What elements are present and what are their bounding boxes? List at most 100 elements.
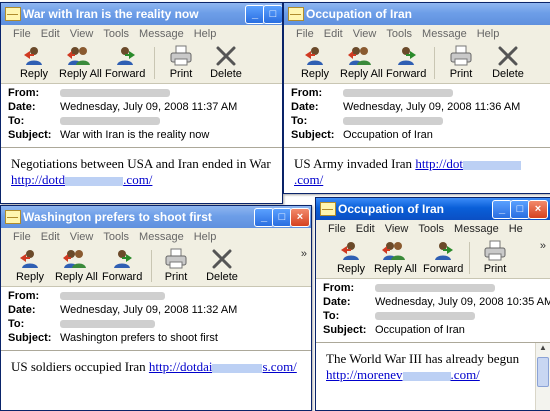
close-button[interactable]: × — [290, 208, 310, 227]
printer-icon — [170, 45, 192, 66]
maximize-button[interactable]: □ — [263, 5, 282, 24]
menu-tools[interactable]: Tools — [386, 28, 412, 40]
delete-button[interactable]: Delete — [202, 248, 242, 283]
to-label: To: — [291, 115, 308, 127]
menu-file[interactable]: File — [296, 28, 314, 40]
delete-button[interactable]: Delete — [488, 45, 528, 80]
subject-value: Washington prefers to shoot first — [60, 332, 218, 344]
window-title: War with Iran is the reality now — [23, 7, 199, 21]
close-button[interactable]: × — [528, 200, 548, 219]
reply-icon — [305, 47, 323, 65]
message-body: The World War III has already begun http… — [316, 342, 550, 410]
maximize-button[interactable]: □ — [272, 208, 292, 227]
reply-all-button[interactable]: Reply All — [59, 45, 102, 80]
reply-icon — [24, 47, 42, 65]
reply-all-button[interactable]: Reply All — [55, 248, 98, 283]
menu-message[interactable]: Message — [454, 223, 499, 235]
reply-button[interactable]: Reply — [295, 45, 335, 80]
date-label: Date: — [8, 101, 36, 113]
menu-view[interactable]: View — [385, 223, 409, 235]
delete-button[interactable]: Delete — [206, 45, 246, 80]
subject-value: Occupation of Iran — [375, 324, 465, 336]
date-value: Wednesday, July 09, 2008 11:36 AM — [343, 101, 521, 113]
minimize-button[interactable]: _ — [254, 208, 274, 227]
message-link[interactable]: http://dotd .com/ — [11, 172, 152, 187]
minimize-button[interactable]: _ — [245, 5, 265, 24]
title-bar[interactable]: Occupation of Iran _ □ × — [316, 198, 550, 220]
reply-all-button[interactable]: Reply All — [340, 45, 383, 80]
title-bar[interactable]: War with Iran is the reality now _ □ — [1, 3, 282, 25]
envelope-icon — [320, 202, 336, 216]
vertical-scrollbar[interactable]: ▲ — [535, 343, 550, 410]
menu-help[interactable]: Help — [194, 28, 217, 40]
message-link[interactable]: http://morenev .com/ — [326, 367, 480, 382]
menu-bar: File Edit View Tools Message He — [316, 220, 550, 258]
reply-all-icon — [63, 250, 86, 268]
subject-value: War with Iran is the reality now — [60, 129, 210, 141]
toolbar-overflow-chevron[interactable]: » — [301, 248, 307, 260]
toolbar-divider — [151, 250, 152, 282]
body-text: Negotiations between USA and Iran ended … — [11, 156, 271, 171]
forward-button[interactable]: Forward — [102, 248, 142, 283]
menu-edit[interactable]: Edit — [356, 223, 375, 235]
menu-tools[interactable]: Tools — [103, 28, 129, 40]
email-window-3[interactable]: Washington prefers to shoot first _ □ × … — [0, 205, 312, 411]
print-button[interactable]: Print — [475, 240, 515, 275]
scroll-thumb[interactable] — [537, 357, 549, 387]
menu-edit[interactable]: Edit — [324, 28, 343, 40]
menu-help[interactable]: Help — [194, 231, 217, 243]
delete-x-icon — [216, 46, 236, 66]
reply-icon — [20, 250, 38, 268]
message-link[interactable]: http://dotdai s.com/ — [149, 359, 297, 374]
menu-tools[interactable]: Tools — [103, 231, 129, 243]
menu-tools[interactable]: Tools — [418, 223, 444, 235]
maximize-button[interactable]: □ — [510, 200, 530, 219]
forward-button[interactable]: Forward — [105, 45, 145, 80]
title-bar[interactable]: Occupation of Iran — [284, 3, 550, 25]
email-window-2[interactable]: Occupation of Iran File Edit View Tools Mess… — [283, 2, 550, 194]
menu-help[interactable]: Help — [477, 28, 500, 40]
to-value-redacted — [343, 115, 443, 127]
print-button[interactable]: Print — [161, 45, 201, 80]
menu-view[interactable]: View — [353, 28, 377, 40]
date-value: Wednesday, July 09, 2008 11:37 AM — [60, 101, 238, 113]
menu-message[interactable]: Message — [422, 28, 467, 40]
to-value-redacted — [60, 115, 160, 127]
to-label: To: — [323, 310, 340, 322]
print-button[interactable]: Print — [156, 248, 196, 283]
reply-button[interactable]: Reply — [10, 248, 50, 283]
reply-button[interactable]: Reply — [331, 240, 371, 275]
reply-button[interactable]: Reply — [14, 45, 54, 80]
menu-file[interactable]: File — [13, 231, 31, 243]
menu-message[interactable]: Message — [139, 28, 184, 40]
body-text: US soldiers occupied Iran — [11, 359, 146, 374]
scroll-up-arrow-icon[interactable]: ▲ — [536, 343, 550, 355]
menu-edit[interactable]: Edit — [41, 231, 60, 243]
menu-file[interactable]: File — [13, 28, 31, 40]
title-bar[interactable]: Washington prefers to shoot first _ □ × — [1, 206, 311, 228]
menu-edit[interactable]: Edit — [41, 28, 60, 40]
date-label: Date: — [8, 304, 36, 316]
menu-view[interactable]: View — [70, 231, 94, 243]
message-header: From: Date: Wednesday, July 09, 2008 11:3… — [1, 287, 311, 347]
email-window-4[interactable]: Occupation of Iran _ □ × File Edit View Too… — [315, 197, 550, 411]
toolbar: Reply Reply All Forward Print Delete — [284, 43, 550, 84]
window-title: Occupation of Iran — [338, 202, 445, 216]
print-button[interactable]: Print — [441, 45, 481, 80]
menu-help[interactable]: He — [509, 223, 523, 235]
reply-all-button[interactable]: Reply All — [374, 240, 417, 275]
menu-file[interactable]: File — [328, 223, 346, 235]
menu-view[interactable]: View — [70, 28, 94, 40]
forward-button[interactable]: Forward — [386, 45, 426, 80]
menu-message[interactable]: Message — [139, 231, 184, 243]
to-label: To: — [8, 318, 25, 330]
redacted-link-part — [212, 363, 263, 373]
forward-icon — [398, 47, 416, 65]
date-value: Wednesday, July 09, 2008 11:32 AM — [60, 304, 238, 316]
forward-button[interactable]: Forward — [423, 240, 463, 275]
minimize-button[interactable]: _ — [492, 200, 512, 219]
toolbar-overflow-chevron[interactable]: » — [540, 240, 546, 252]
email-window-1[interactable]: War with Iran is the reality now _ □ Fil… — [0, 2, 283, 204]
message-header: From: Date: Wednesday, July 09, 2008 11:3… — [284, 84, 550, 144]
message-body: US Army invaded Iran http://dot.com/ — [284, 147, 550, 193]
